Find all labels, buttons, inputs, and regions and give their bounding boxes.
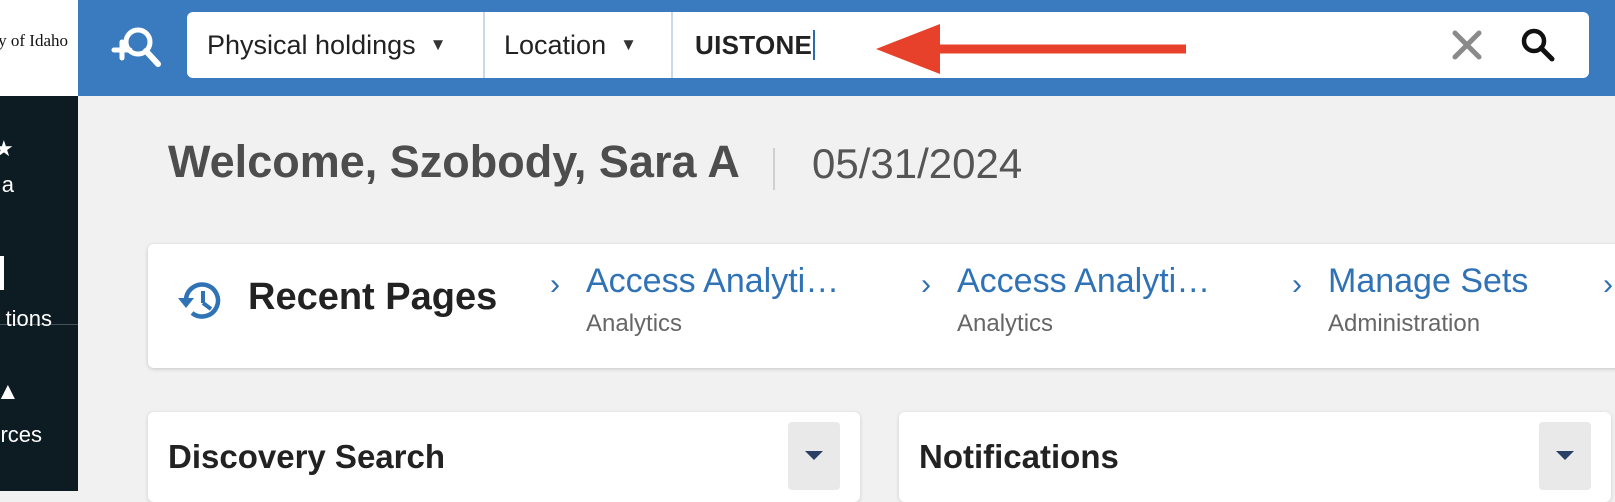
nav-item-label[interactable]: rces [0, 422, 42, 448]
recent-page-title: Access Analyti… [957, 262, 1211, 300]
search-icon[interactable] [1519, 26, 1557, 64]
search-scope-dropdown[interactable]: Physical holdings ▼ [207, 12, 446, 78]
logo-text: ity of Idaho [0, 31, 68, 50]
nav-item-label[interactable]: a [2, 172, 14, 198]
recent-pages-bar: Recent Pages › Access Analyti… Analytics… [148, 244, 1615, 368]
chart-icon [0, 256, 4, 290]
widget-title: Notifications [919, 438, 1119, 475]
widget-menu-button[interactable] [1539, 422, 1591, 490]
star-icon: ★ [0, 136, 14, 161]
current-date: 05/31/2024 [812, 140, 1023, 187]
advanced-search-icon[interactable] [108, 20, 164, 76]
top-bar: ity of Idaho Physical holdings ▼ Locatio… [0, 0, 1615, 96]
search-input[interactable]: UISTONE [695, 12, 816, 78]
recent-page-category: Analytics [586, 310, 683, 337]
caret-down-icon: ▼ [620, 35, 637, 54]
clear-icon[interactable] [1449, 27, 1485, 63]
text-cursor [813, 30, 816, 60]
caret-down-icon [805, 451, 823, 460]
book-icon: ▲ [0, 378, 20, 405]
recent-page-category: Analytics [957, 310, 1054, 337]
side-navigation: ★ a tions ▲ rces [0, 96, 78, 491]
nav-item-label[interactable]: tions [6, 306, 52, 332]
search-field-dropdown[interactable]: Location ▼ [504, 12, 637, 78]
chevron-right-icon[interactable]: › [1603, 268, 1613, 302]
recent-page-title: Access Analyti… [586, 262, 840, 300]
history-icon [178, 282, 221, 319]
notifications-widget: Notifications [899, 412, 1611, 502]
chevron-right-icon: › [1292, 268, 1302, 301]
divider [483, 12, 485, 78]
search-field-label: Location [504, 29, 607, 60]
discovery-search-widget: Discovery Search [148, 412, 860, 502]
widget-menu-button[interactable] [788, 422, 840, 490]
search-query-text: UISTONE [695, 29, 813, 60]
annotation-arrow-icon [876, 24, 1186, 74]
divider [773, 148, 775, 190]
chevron-right-icon: › [921, 268, 931, 301]
caret-down-icon [1556, 451, 1574, 460]
search-scope-label: Physical holdings [207, 29, 416, 60]
widget-title: Discovery Search [168, 438, 446, 475]
recent-pages-title: Recent Pages [248, 276, 498, 318]
welcome-message: Welcome, Szobody, Sara A [168, 136, 740, 187]
university-logo[interactable]: ity of Idaho [0, 0, 78, 96]
chevron-right-icon: › [550, 268, 560, 301]
recent-page-title: Manage Sets [1328, 262, 1529, 300]
recent-page-category: Administration [1328, 310, 1481, 337]
caret-down-icon: ▼ [429, 35, 447, 54]
divider [671, 12, 673, 78]
